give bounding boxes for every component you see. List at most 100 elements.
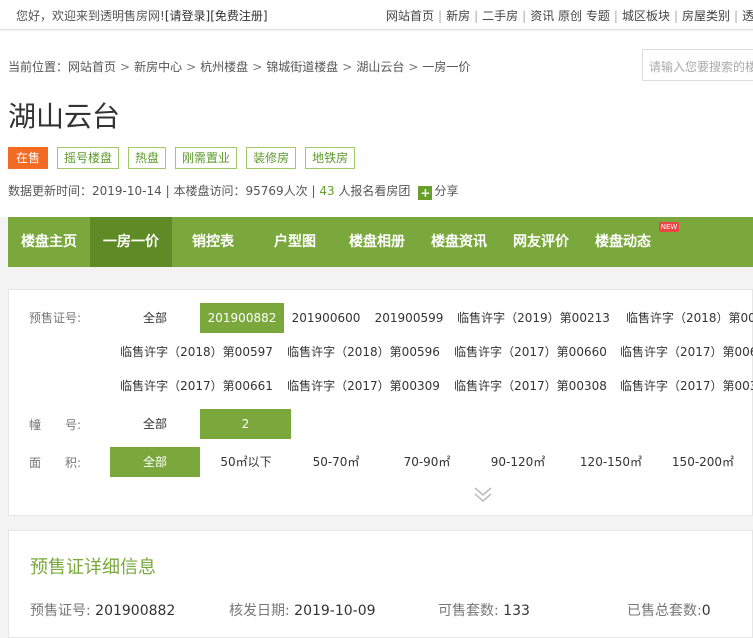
detail-permit: 预售证号: 201900882 <box>30 600 175 620</box>
detail-issue-label: 核发日期: <box>229 603 290 619</box>
detail-sold-value: 0 <box>701 603 711 619</box>
divider: | <box>673 9 678 23</box>
top-link-districts[interactable]: 城区板块 <box>622 9 670 23</box>
property-header: 当前位置：网站首页 > 新房中心 > 杭州楼盘 > 锦城街道楼盘 > 湖山云台 > 一房一价 请输入… <box>0 31 753 217</box>
permit-detail-panel: 预售证详细信息 预售证号: 201900882 核发日期: 2019-10-09… <box>8 530 753 638</box>
signup-count: 43 <box>319 184 335 198</box>
building-option-2[interactable]: 2 <box>200 409 291 439</box>
permit-option-201900599[interactable]: 201900599 <box>368 303 450 333</box>
breadcrumb-new-house-center[interactable]: 新房中心 <box>134 60 182 74</box>
nav-tab-floor-plans[interactable]: 户型图 <box>254 217 336 267</box>
tag-lottery: 摇号楼盘 <box>57 147 120 169</box>
update-date: 2019-10-14 <box>92 184 162 198</box>
detail-available-value: 133 <box>503 603 530 619</box>
visits-label: 本楼盘访问： <box>173 184 246 198</box>
welcome-message: 您好，欢迎来到透明售房网! <box>16 9 165 23</box>
permit-option-all[interactable]: 全部 <box>110 303 200 333</box>
permit-option-2017-006-truncated[interactable]: 临售许字（2017）第006 <box>620 337 753 367</box>
permit-option-2017-00308[interactable]: 临售许字（2017）第00308 <box>447 371 614 401</box>
divider: | <box>613 9 618 23</box>
breadcrumb-property[interactable]: 湖山云台 <box>356 60 404 74</box>
top-link-more[interactable]: 透 <box>742 9 753 23</box>
breadcrumb-prefix: 当前位置： <box>8 60 69 74</box>
divider: | <box>734 9 739 23</box>
share-link[interactable]: 分享 <box>434 184 458 198</box>
signup-text: 人报名看房团 <box>338 184 411 198</box>
divider: | <box>522 9 527 23</box>
permit-option-2018-00596[interactable]: 临售许字（2018）第00596 <box>280 337 447 367</box>
filter-panel: 预售证号: 全部 201900882 201900600 201900599 临… <box>8 289 753 516</box>
area-option-70-90[interactable]: 70-90㎡ <box>387 447 467 477</box>
detail-issue-date: 核发日期: 2019-10-09 <box>229 600 376 620</box>
tag-hot: 热盘 <box>128 147 167 169</box>
nav-tab-home[interactable]: 楼盘主页 <box>8 217 90 267</box>
area-option-all[interactable]: 全部 <box>110 447 200 477</box>
top-link-second-hand[interactable]: 二手房 <box>482 9 518 23</box>
top-link-topics[interactable]: 专题 <box>586 9 610 23</box>
area-option-50-70[interactable]: 50-70㎡ <box>296 447 376 477</box>
search-input[interactable]: 请输入您要搜索的楼 <box>642 49 753 81</box>
breadcrumb-separator: > <box>252 60 263 74</box>
area-option-120-150[interactable]: 120-150㎡ <box>569 447 653 477</box>
divider: | <box>438 9 443 23</box>
breadcrumb-hangzhou[interactable]: 杭州楼盘 <box>200 60 248 74</box>
permit-option-2017-00309[interactable]: 临售许字（2017）第00309 <box>280 371 447 401</box>
expand-chevron-icon[interactable] <box>471 486 495 504</box>
tag-decorated: 装修房 <box>246 147 297 169</box>
new-badge: NEW <box>659 222 679 232</box>
share-icon[interactable]: + <box>418 186 433 200</box>
permit-option-201900600[interactable]: 201900600 <box>284 303 368 333</box>
breadcrumb-separator: > <box>408 60 419 74</box>
visits-count: 95769人次 <box>245 184 308 198</box>
breadcrumb-separator: > <box>186 60 197 74</box>
area-option-150-200[interactable]: 150-200㎡ <box>661 447 745 477</box>
area-filter-label: 面 积: <box>29 456 82 470</box>
top-link-news[interactable]: 资讯 <box>530 9 554 23</box>
tag-metro: 地铁房 <box>305 147 356 169</box>
detail-issue-value: 2019-10-09 <box>294 603 376 619</box>
nav-tab-price-list[interactable]: 一房一价 <box>90 217 172 267</box>
nav-tab-reviews[interactable]: 网友评价 <box>500 217 582 267</box>
building-option-all[interactable]: 全部 <box>110 409 200 439</box>
permit-option-201900882[interactable]: 201900882 <box>200 303 284 333</box>
update-label: 数据更新时间： <box>8 184 93 198</box>
detail-title: 预售证详细信息 <box>30 557 156 578</box>
property-tags: 在售 摇号楼盘 热盘 刚需置业 装修房 地铁房 <box>8 147 364 169</box>
nav-tab-news[interactable]: 楼盘资讯 <box>418 217 500 267</box>
property-meta: 数据更新时间：2019-10-14 | 本楼盘访问：95769人次 | 43 人… <box>8 184 459 200</box>
breadcrumb-current: 一房一价 <box>422 60 471 74</box>
breadcrumb: 当前位置：网站首页 > 新房中心 > 杭州楼盘 > 锦城街道楼盘 > 湖山云台 > 一房一价 <box>8 58 470 75</box>
permit-filter-label: 预售证号: <box>29 311 82 325</box>
nav-tab-album[interactable]: 楼盘相册 <box>336 217 418 267</box>
detail-sold: 已售总套数:0 <box>627 600 711 620</box>
top-link-new-house[interactable]: 新房 <box>446 9 470 23</box>
breadcrumb-jincheng[interactable]: 锦城街道楼盘 <box>266 60 338 74</box>
property-title: 湖山云台 <box>8 100 121 133</box>
detail-sold-label: 已售总套数: <box>627 603 702 619</box>
permit-option-2017-00660[interactable]: 临售许字（2017）第00660 <box>447 337 614 367</box>
divider: | <box>474 9 479 23</box>
detail-permit-label: 预售证号: <box>30 603 91 619</box>
nav-tab-updates[interactable]: 楼盘动态 <box>582 217 664 267</box>
top-link-original[interactable]: 原创 <box>558 9 582 23</box>
permit-option-2018-truncated[interactable]: 临售许字（2018）第00 <box>626 303 753 333</box>
welcome-text: 您好，欢迎来到透明售房网![请登录][免费注册] <box>16 7 268 24</box>
breadcrumb-separator: > <box>342 60 353 74</box>
detail-available-label: 可售套数: <box>438 603 499 619</box>
breadcrumb-home[interactable]: 网站首页 <box>68 60 116 74</box>
nav-tab-sales-control[interactable]: 销控表 <box>172 217 254 267</box>
permit-option-2019-00213[interactable]: 临售许字（2019）第00213 <box>450 303 617 333</box>
permit-option-2017-003-truncated[interactable]: 临售许字（2017）第003 <box>620 371 753 401</box>
area-option-under-50[interactable]: 50㎡以下 <box>206 447 286 477</box>
status-badge: 在售 <box>8 147 49 169</box>
top-link-house-types[interactable]: 房屋类别 <box>682 9 730 23</box>
register-link[interactable]: [免费注册] <box>210 9 267 23</box>
permit-option-2018-00597[interactable]: 临售许字（2018）第00597 <box>113 337 280 367</box>
permit-option-2017-00661[interactable]: 临售许字（2017）第00661 <box>113 371 280 401</box>
login-link[interactable]: [请登录] <box>165 9 210 23</box>
detail-available: 可售套数: 133 <box>438 600 530 620</box>
property-nav: 楼盘主页 一房一价 销控表 户型图 楼盘相册 楼盘资讯 网友评价 楼盘动态 NE… <box>8 217 753 267</box>
top-link-home[interactable]: 网站首页 <box>386 9 434 23</box>
area-option-90-120[interactable]: 90-120㎡ <box>476 447 560 477</box>
tag-first-home: 刚需置业 <box>175 147 238 169</box>
